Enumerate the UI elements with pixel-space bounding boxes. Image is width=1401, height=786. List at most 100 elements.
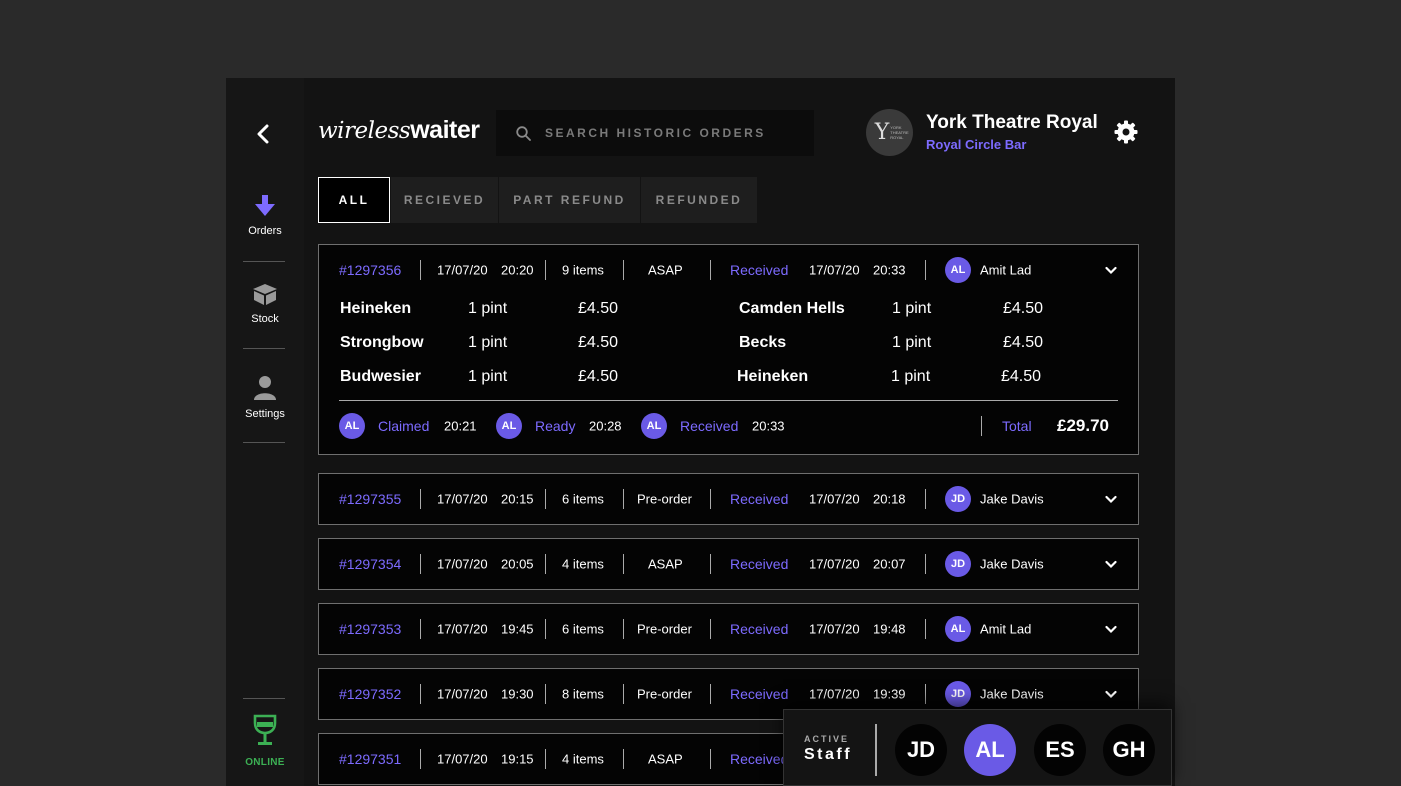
separator bbox=[545, 749, 546, 769]
avatar: AL bbox=[641, 413, 667, 439]
order-row[interactable]: #1297355 17/07/20 20:15 6 items Pre-orde… bbox=[319, 474, 1138, 524]
order-type: ASAP bbox=[648, 262, 683, 278]
separator bbox=[545, 260, 546, 280]
separator bbox=[420, 684, 421, 704]
timeline-label: Claimed bbox=[378, 418, 430, 434]
active-label: ACTIVE bbox=[804, 734, 850, 744]
arrow-down-icon bbox=[255, 195, 275, 216]
order-id[interactable]: #1297351 bbox=[339, 751, 401, 767]
divider bbox=[243, 442, 285, 443]
avatar: JD bbox=[945, 681, 971, 707]
separator bbox=[420, 749, 421, 769]
avatar: AL bbox=[339, 413, 365, 439]
order-time: 19:15 bbox=[501, 751, 534, 767]
sidebar-item-settings[interactable]: Settings bbox=[226, 375, 304, 420]
venue-avatar-text: YORK THEATRE ROYAL bbox=[890, 125, 909, 140]
timeline-time: 20:28 bbox=[589, 418, 622, 434]
active-staff-panel: ACTIVE Staff JD AL ES GH bbox=[783, 709, 1172, 786]
status-time: 19:39 bbox=[873, 686, 906, 702]
staff-chip-es[interactable]: ES bbox=[1034, 724, 1086, 776]
order-row[interactable]: #1297354 17/07/20 20:05 4 items ASAP Rec… bbox=[319, 539, 1138, 589]
separator bbox=[925, 260, 926, 280]
logo: wirelesswaiter bbox=[318, 116, 480, 145]
timeline-time: 20:21 bbox=[444, 418, 477, 434]
separator bbox=[710, 554, 711, 574]
online-label: ONLINE bbox=[245, 757, 285, 768]
expand-toggle[interactable] bbox=[1105, 687, 1117, 702]
order-time: 20:20 bbox=[501, 262, 534, 278]
order-row[interactable]: #1297353 17/07/20 19:45 6 items Pre-orde… bbox=[319, 604, 1138, 654]
sidebar-item-stock[interactable]: Stock bbox=[226, 282, 304, 325]
staff-name: Amit Lad bbox=[980, 262, 1032, 278]
sidebar-item-orders[interactable]: Orders bbox=[226, 194, 304, 237]
order-card-expanded[interactable]: #1297356 17/07/20 20:20 9 items ASAP Rec… bbox=[318, 244, 1139, 455]
tab-all[interactable]: ALL bbox=[318, 177, 390, 223]
order-item-count: 6 items bbox=[562, 491, 604, 507]
order-id[interactable]: #1297354 bbox=[339, 556, 401, 572]
order-item-count: 9 items bbox=[562, 262, 604, 278]
search-input[interactable] bbox=[543, 125, 807, 141]
item-name: Becks bbox=[739, 334, 787, 351]
venue-subtitle: Royal Circle Bar bbox=[926, 137, 1027, 152]
status-time: 20:18 bbox=[873, 491, 906, 507]
item-qty: 1 pint bbox=[891, 368, 931, 385]
status-date: 17/07/20 bbox=[809, 491, 860, 507]
separator bbox=[545, 554, 546, 574]
tab-refunded[interactable]: REFUNDED bbox=[640, 177, 757, 223]
order-card[interactable]: #1297353 17/07/20 19:45 6 items Pre-orde… bbox=[318, 603, 1139, 655]
order-date: 17/07/20 bbox=[437, 751, 488, 767]
expand-toggle[interactable] bbox=[1105, 492, 1117, 507]
status-time: 20:07 bbox=[873, 556, 906, 572]
status-time: 19:48 bbox=[873, 621, 906, 637]
separator bbox=[710, 489, 711, 509]
item-qty: 1 pint bbox=[892, 300, 932, 317]
staff-chip-al[interactable]: AL bbox=[964, 724, 1016, 776]
item-name: Camden Hells bbox=[739, 300, 845, 317]
separator bbox=[710, 619, 711, 639]
separator bbox=[545, 684, 546, 704]
order-item-count: 4 items bbox=[562, 751, 604, 767]
expand-toggle[interactable] bbox=[1105, 557, 1117, 572]
expand-toggle[interactable] bbox=[1105, 622, 1117, 637]
status-time: 20:33 bbox=[873, 262, 906, 278]
sidebar-item-label: Settings bbox=[245, 408, 285, 420]
order-id[interactable]: #1297352 bbox=[339, 686, 401, 702]
order-date: 17/07/20 bbox=[437, 686, 488, 702]
order-type: Pre-order bbox=[637, 491, 692, 507]
item-qty: 1 pint bbox=[468, 368, 508, 385]
item-name: Strongbow bbox=[340, 334, 424, 351]
order-time: 20:05 bbox=[501, 556, 534, 572]
tab-received[interactable]: RECIEVED bbox=[390, 177, 498, 223]
staff-chip-gh[interactable]: GH bbox=[1103, 724, 1155, 776]
settings-button[interactable] bbox=[1114, 120, 1138, 149]
collapse-toggle[interactable] bbox=[1105, 263, 1117, 278]
item-price: £4.50 bbox=[1003, 300, 1044, 317]
status-date: 17/07/20 bbox=[809, 262, 860, 278]
logo-light-text: wireless bbox=[318, 118, 411, 144]
order-row[interactable]: #1297356 17/07/20 20:20 9 items ASAP Rec… bbox=[319, 245, 1138, 295]
separator bbox=[710, 684, 711, 704]
search-box[interactable] bbox=[496, 110, 814, 156]
tab-part-refund[interactable]: PART REFUND bbox=[498, 177, 640, 223]
avatar: AL bbox=[945, 616, 971, 642]
order-card[interactable]: #1297355 17/07/20 20:15 6 items Pre-orde… bbox=[318, 473, 1139, 525]
order-status: Received bbox=[730, 556, 789, 572]
staff-chip-jd[interactable]: JD bbox=[895, 724, 947, 776]
item-price: £4.50 bbox=[578, 368, 619, 385]
order-card[interactable]: #1297354 17/07/20 20:05 4 items ASAP Rec… bbox=[318, 538, 1139, 590]
separator bbox=[623, 619, 624, 639]
separator bbox=[981, 416, 982, 436]
order-id[interactable]: #1297356 bbox=[339, 262, 401, 278]
order-id[interactable]: #1297355 bbox=[339, 491, 401, 507]
sidebar-item-label: Stock bbox=[251, 313, 279, 325]
venue-avatar-letter: Y bbox=[874, 120, 890, 145]
order-id[interactable]: #1297353 bbox=[339, 621, 401, 637]
item-qty: 1 pint bbox=[468, 300, 508, 317]
app-window: Orders Stock Settings ONLINE wirelesswai… bbox=[226, 78, 1175, 786]
order-type: ASAP bbox=[648, 556, 683, 572]
order-date: 17/07/20 bbox=[437, 621, 488, 637]
back-button[interactable] bbox=[252, 122, 276, 146]
order-status: Received bbox=[730, 621, 789, 637]
online-status[interactable]: ONLINE bbox=[226, 714, 304, 768]
wine-glass-icon bbox=[253, 714, 277, 745]
